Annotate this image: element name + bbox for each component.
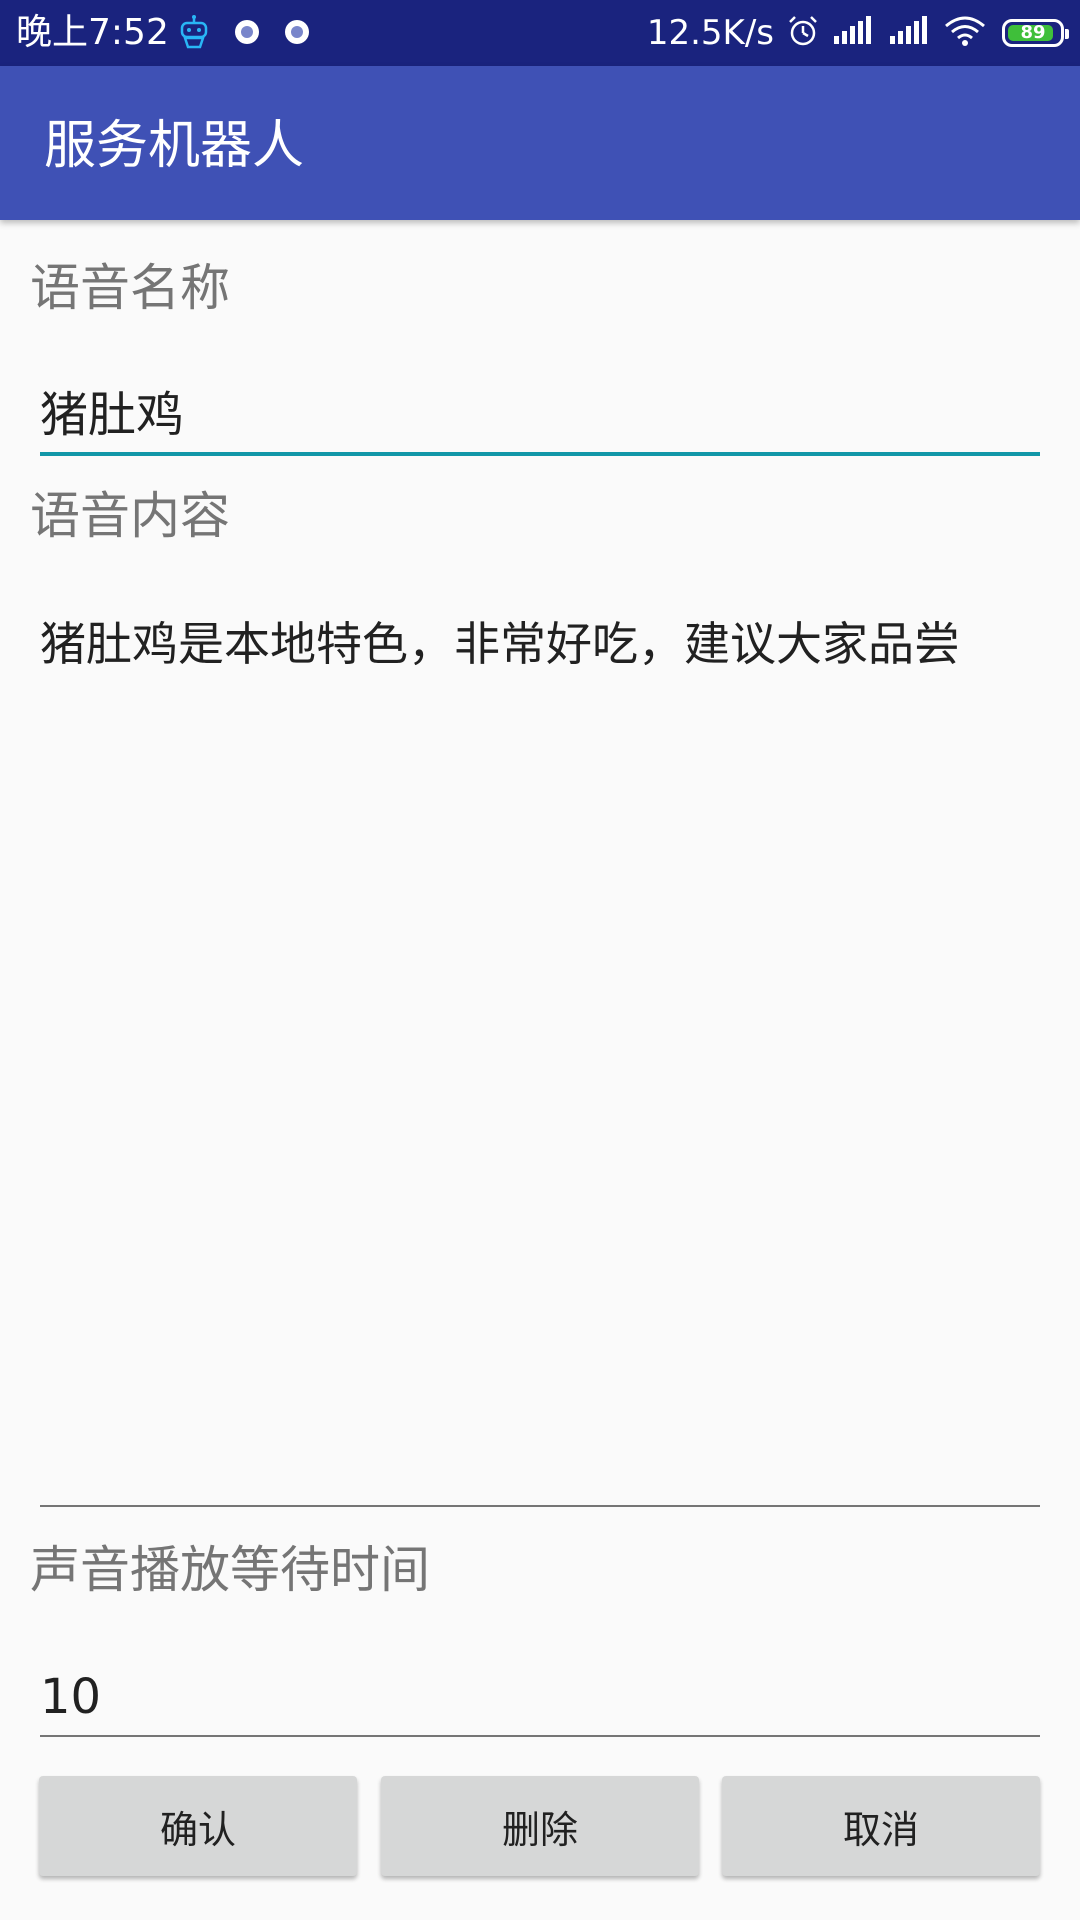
- confirm-button[interactable]: 确认: [39, 1776, 357, 1876]
- notification-dot-icon: [232, 17, 262, 51]
- network-speed: 12.5K/s: [646, 13, 774, 53]
- app-bar: 服务机器人: [0, 66, 1080, 220]
- status-right-group: 12.5K/s 89: [646, 10, 1069, 56]
- voice-name-input[interactable]: [40, 386, 1040, 444]
- battery-level: 89: [1020, 22, 1046, 43]
- voice-content-underline: [40, 1505, 1040, 1507]
- alarm-icon: [786, 14, 820, 52]
- voice-content-label: 语音内容: [30, 487, 230, 545]
- wait-time-input[interactable]: [40, 1668, 1040, 1726]
- battery-tip: [1065, 29, 1069, 39]
- notification-dot-icon: [282, 17, 312, 51]
- status-time: 晚上7:52: [16, 12, 169, 53]
- delete-button[interactable]: 删除: [381, 1776, 699, 1876]
- battery-icon: 89: [1002, 19, 1069, 47]
- voice-content-textarea[interactable]: 猪肚鸡是本地特色，非常好吃，建议大家品尝: [40, 612, 1040, 1492]
- wait-time-label: 声音播放等待时间: [30, 1541, 430, 1599]
- voice-name-underline: [40, 452, 1040, 456]
- page-title: 服务机器人: [44, 116, 305, 176]
- robot-app-icon: [176, 14, 212, 54]
- wait-time-underline: [40, 1735, 1040, 1737]
- signal-icon: [888, 16, 932, 50]
- voice-name-label: 语音名称: [30, 259, 230, 317]
- status-notification-icons: [176, 14, 312, 54]
- status-bar: 晚上7:52 12.5K/s 89: [0, 0, 1080, 66]
- cancel-button[interactable]: 取消: [722, 1776, 1040, 1876]
- wifi-icon: [944, 14, 986, 52]
- signal-icon: [832, 16, 876, 50]
